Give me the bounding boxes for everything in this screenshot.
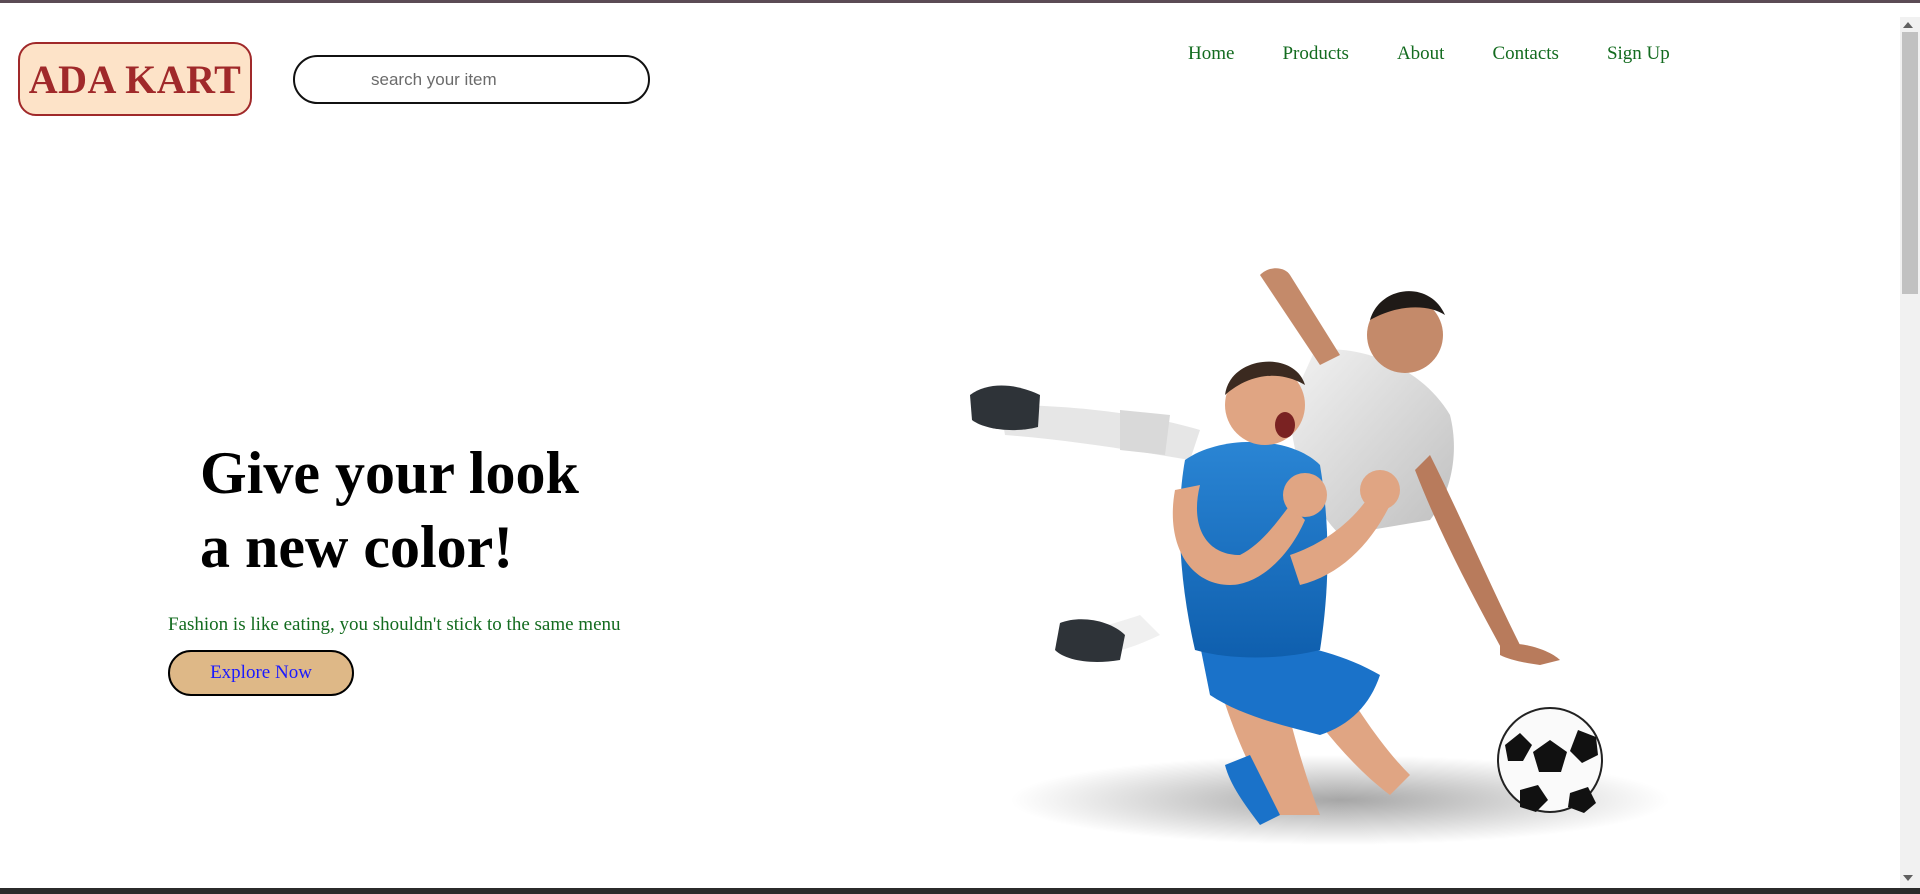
scroll-up-arrow-icon[interactable]	[1903, 22, 1913, 28]
hero-title-line-2: a new color!	[200, 514, 514, 580]
nav-link-contacts[interactable]: Contacts	[1492, 43, 1559, 65]
soccer-ball-icon	[1497, 707, 1603, 813]
nav-link-products[interactable]: Products	[1282, 43, 1349, 65]
nav-link-home[interactable]: Home	[1188, 43, 1234, 65]
bottom-border	[0, 888, 1920, 894]
nav-link-about[interactable]: About	[1397, 43, 1445, 65]
scrollbar-thumb[interactable]	[1902, 32, 1918, 294]
hero-title-line-1: Give your look	[200, 440, 579, 506]
nav-link-sign-up[interactable]: Sign Up	[1607, 43, 1670, 65]
explore-now-button[interactable]: Explore Now	[168, 650, 354, 696]
hero-subtitle: Fashion is like eating, you shouldn't st…	[168, 614, 621, 635]
scroll-down-arrow-icon[interactable]	[1903, 875, 1913, 881]
hero-title: Give your look a new color!	[200, 436, 579, 584]
search-box[interactable]	[293, 55, 650, 104]
page: ADA KART Home Products About Contacts Si…	[0, 0, 1920, 894]
search-input[interactable]	[369, 68, 648, 91]
main-nav: Home Products About Contacts Sign Up	[1188, 43, 1718, 65]
hero-image-soccer-players	[970, 268, 1670, 845]
logo[interactable]: ADA KART	[18, 42, 252, 116]
top-border	[0, 0, 1920, 3]
